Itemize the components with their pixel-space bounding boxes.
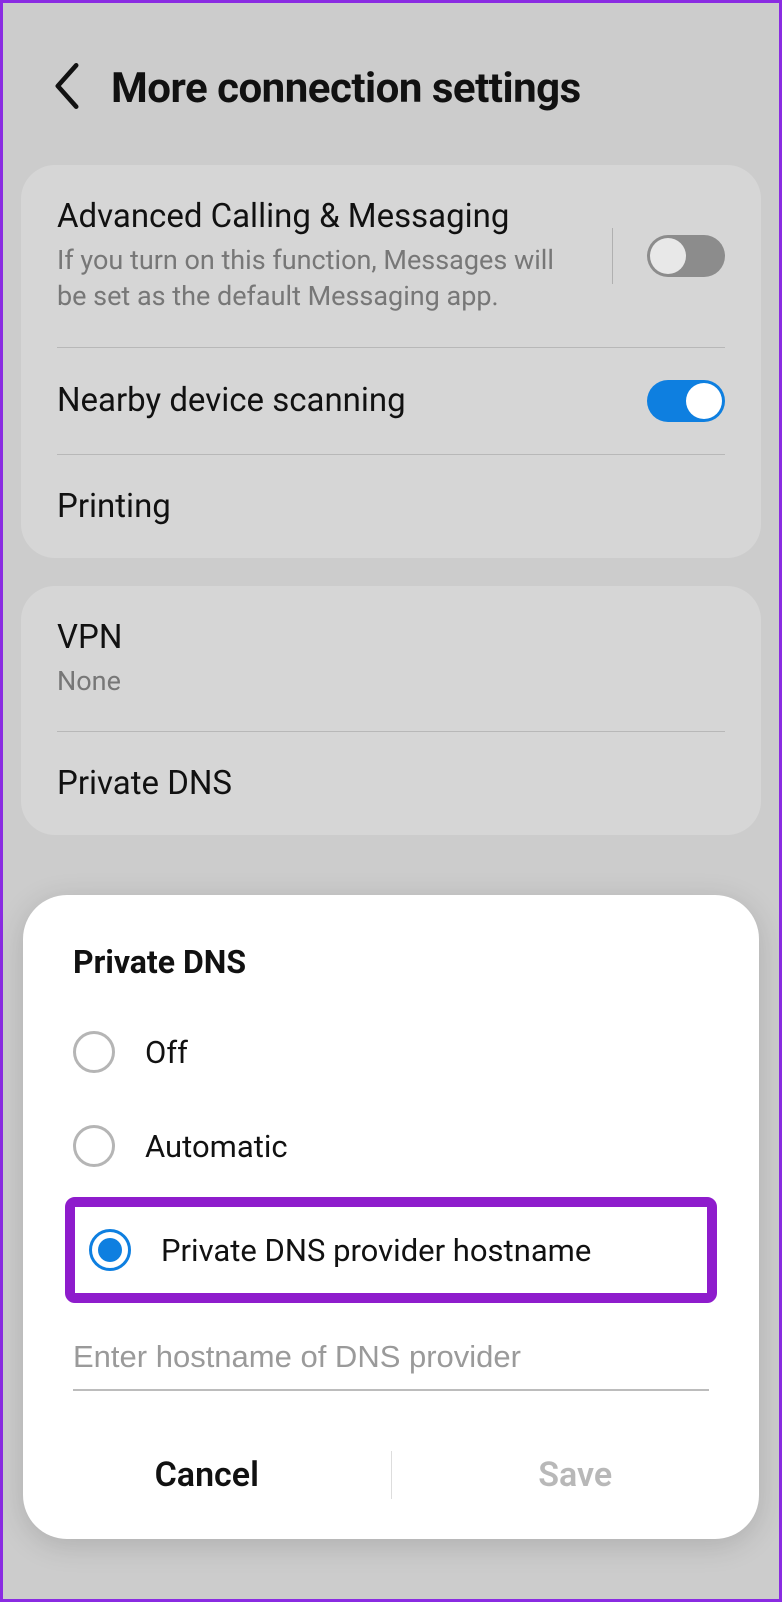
row-title: Printing <box>57 487 725 526</box>
radio-label: Off <box>145 1034 188 1071</box>
row-private-dns[interactable]: Private DNS <box>57 732 725 835</box>
row-subtitle: If you turn on this function, Messages w… <box>57 242 578 315</box>
toggle-advanced-calling[interactable] <box>647 235 725 277</box>
radio-label: Private DNS provider hostname <box>161 1232 591 1269</box>
row-title: Nearby device scanning <box>57 381 627 420</box>
radio-icon <box>89 1229 131 1271</box>
hostname-input[interactable] <box>73 1325 709 1391</box>
page-title: More connection settings <box>111 64 581 113</box>
private-dns-dialog: Private DNS Off Automatic Private DNS pr… <box>23 895 759 1539</box>
radio-option-automatic[interactable]: Automatic <box>23 1099 759 1193</box>
radio-icon <box>73 1031 115 1073</box>
radio-label: Automatic <box>145 1128 288 1165</box>
radio-option-off[interactable]: Off <box>23 1005 759 1099</box>
toggle-nearby-scanning[interactable] <box>647 380 725 422</box>
row-subtitle: None <box>57 663 725 699</box>
settings-card-2: VPN None Private DNS <box>21 586 761 835</box>
settings-card-1: Advanced Calling & Messaging If you turn… <box>21 165 761 558</box>
row-title: Advanced Calling & Messaging <box>57 197 578 236</box>
save-button[interactable]: Save <box>392 1439 760 1511</box>
row-vpn[interactable]: VPN None <box>57 586 725 732</box>
row-nearby-scanning[interactable]: Nearby device scanning <box>57 348 725 455</box>
header: More connection settings <box>3 3 779 153</box>
dialog-title: Private DNS <box>23 943 759 1005</box>
row-advanced-calling[interactable]: Advanced Calling & Messaging If you turn… <box>57 165 725 348</box>
radio-icon <box>73 1125 115 1167</box>
cancel-button[interactable]: Cancel <box>23 1439 391 1511</box>
row-title: VPN <box>57 618 725 657</box>
divider <box>612 228 613 284</box>
row-title: Private DNS <box>57 764 725 803</box>
dialog-actions: Cancel Save <box>23 1429 759 1521</box>
back-icon[interactable] <box>53 63 81 113</box>
row-printing[interactable]: Printing <box>57 455 725 558</box>
radio-option-hostname[interactable]: Private DNS provider hostname <box>65 1197 717 1303</box>
